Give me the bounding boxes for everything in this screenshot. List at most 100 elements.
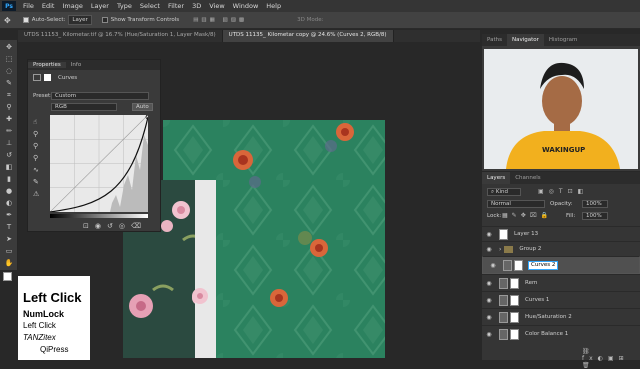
menu-view[interactable]: View [205, 2, 228, 10]
move-tool-icon[interactable]: ✥ [4, 43, 14, 52]
blend-mode-dropdown[interactable]: Normal [487, 200, 545, 208]
auto-select-checkbox[interactable] [22, 16, 32, 24]
lock-label: Lock: [487, 213, 502, 219]
tab-histogram[interactable]: Histogram [544, 34, 583, 46]
pencil-curve-icon[interactable]: ✎ [33, 176, 39, 188]
document-tabs: UTDS 11153_ Kilometar.tif @ 16.7% (Hue/S… [18, 30, 480, 42]
layer-name: Rem [525, 280, 538, 286]
fill-input[interactable]: 100% [582, 212, 608, 220]
mask-icon[interactable] [44, 74, 51, 81]
tools-panel: ✥ ⬚ ◌ ✎ ⌗ ⚲ ✚ ✏ ⊥ ↺ ◧ ▮ ● ◐ ✒ T ➤ ▭ ✋ [0, 40, 18, 270]
curves-adjustment-icon [503, 259, 512, 271]
key-line-4: TANZitex [23, 333, 56, 342]
expand-chevron-icon[interactable]: › [499, 246, 501, 253]
stamp-tool-icon[interactable]: ⊥ [4, 139, 14, 148]
3d-mode-label: 3D Mode: [297, 17, 324, 23]
menu-type[interactable]: Type [113, 2, 136, 10]
target-adjust-icon[interactable]: ☝ [33, 116, 39, 128]
layer-filter-dropdown[interactable]: ⌕ Kind [487, 188, 521, 196]
crop-tool-icon[interactable]: ⌗ [4, 91, 14, 100]
menu-help[interactable]: Help [262, 2, 285, 10]
brush-tool-icon[interactable]: ✏ [4, 127, 14, 136]
marquee-tool-icon[interactable]: ⬚ [4, 55, 14, 64]
menu-image[interactable]: Image [58, 2, 86, 10]
layer-mask-thumbnail[interactable] [510, 294, 519, 306]
opacity-input[interactable]: 100% [582, 200, 608, 208]
layer-mask-thumbnail[interactable] [510, 328, 519, 340]
foreground-color-swatch[interactable] [3, 272, 12, 281]
curve-point-tool-icon[interactable]: ∿ [33, 164, 39, 176]
visibility-eye-icon[interactable]: ◉ [482, 246, 496, 253]
black-point-eyedropper-icon[interactable]: ⚲ [33, 128, 39, 140]
tab-paths[interactable]: Paths [482, 34, 507, 46]
visibility-eye-icon[interactable]: ◉ [482, 297, 496, 304]
lasso-tool-icon[interactable]: ◌ [4, 67, 14, 76]
adjustment-icon [499, 277, 508, 289]
menu-layer[interactable]: Layer [87, 2, 113, 10]
eyedropper-tool-icon[interactable]: ⚲ [4, 103, 14, 112]
adjustment-icon [499, 294, 508, 306]
type-tool-icon[interactable]: T [4, 223, 14, 232]
eraser-tool-icon[interactable]: ◧ [4, 163, 14, 172]
tab-channels[interactable]: Channels [510, 172, 545, 184]
gray-point-eyedropper-icon[interactable]: ⚲ [33, 140, 39, 152]
panel-footer-icons[interactable]: ⊡◉↺◎⌫ [83, 222, 147, 230]
properties-panel: Properties Info Curves Preset: Custom RG… [27, 59, 161, 232]
histogram-warning-icon[interactable]: ⚠ [33, 188, 39, 200]
quick-select-tool-icon[interactable]: ✎ [4, 79, 14, 88]
tab-layers[interactable]: Layers [482, 172, 511, 184]
move-tool-icon[interactable]: ✥ [4, 16, 11, 25]
menu-edit[interactable]: Edit [38, 2, 59, 10]
filter-icons[interactable]: ▣◎T⊡◧ [538, 188, 588, 195]
menu-filter[interactable]: Filter [164, 2, 188, 10]
path-select-tool-icon[interactable]: ➤ [4, 235, 14, 244]
layer-row[interactable]: ◉ Curves 1 [482, 291, 640, 308]
pen-tool-icon[interactable]: ✒ [4, 211, 14, 220]
layer-row[interactable]: ◉ Hue/Saturation 2 [482, 308, 640, 325]
menu-window[interactable]: Window [229, 2, 263, 10]
visibility-eye-icon[interactable]: ◉ [486, 262, 500, 269]
layer-mask-thumbnail[interactable] [510, 311, 519, 323]
channel-dropdown[interactable]: RGB [51, 103, 117, 111]
dodge-tool-icon[interactable]: ◐ [4, 199, 14, 208]
tab-properties[interactable]: Properties [28, 62, 66, 68]
tab-document-1[interactable]: UTDS 11153_ Kilometar.tif @ 16.7% (Hue/S… [18, 30, 223, 42]
transform-controls-checkbox[interactable] [101, 16, 111, 24]
gradient-tool-icon[interactable]: ▮ [4, 175, 14, 184]
visibility-eye-icon[interactable]: ◉ [482, 231, 496, 238]
align-buttons[interactable]: ▤▥▦ ▧▨▩ [193, 17, 247, 23]
layer-name: Color Balance 1 [525, 331, 569, 337]
visibility-eye-icon[interactable]: ◉ [482, 280, 496, 287]
white-point-eyedropper-icon[interactable]: ⚲ [33, 152, 39, 164]
layer-name-edit-field[interactable]: Curves 2 [527, 260, 559, 270]
layer-row-selected[interactable]: ◉ Curves 2 [482, 256, 640, 274]
menu-3d[interactable]: 3D [188, 2, 205, 10]
layer-row[interactable]: ◉ › Group 2 [482, 241, 640, 256]
lock-icons[interactable]: ▦✎✥⌧🔒 [502, 212, 552, 219]
healing-tool-icon[interactable]: ✚ [4, 115, 14, 124]
curves-graph[interactable] [50, 115, 148, 212]
layer-mask-thumbnail[interactable] [514, 259, 523, 271]
shape-tool-icon[interactable]: ▭ [4, 247, 14, 256]
auto-select-label: Auto-Select: [31, 17, 66, 23]
preset-dropdown[interactable]: Custom [51, 92, 149, 100]
blur-tool-icon[interactable]: ● [4, 187, 14, 196]
visibility-eye-icon[interactable]: ◉ [482, 314, 496, 321]
adjustment-type-label: Curves [58, 75, 78, 81]
tab-document-2[interactable]: UTDS 11135_ Kilometar copy @ 24.6% (Curv… [222, 30, 394, 42]
tab-navigator[interactable]: Navigator [506, 34, 544, 46]
key-line-3: Left Click [23, 321, 56, 330]
layers-footer-icons[interactable]: ⛓fx◐▣⊞🗑 [582, 348, 640, 369]
menu-select[interactable]: Select [136, 2, 164, 10]
menu-file[interactable]: File [19, 2, 38, 10]
tab-info[interactable]: Info [66, 62, 86, 68]
hand-tool-icon[interactable]: ✋ [4, 259, 14, 268]
layer-row[interactable]: ◉ Color Balance 1 [482, 325, 640, 342]
auto-button[interactable]: Auto [132, 103, 153, 111]
history-brush-icon[interactable]: ↺ [4, 151, 14, 160]
layer-mask-thumbnail[interactable] [510, 277, 519, 289]
visibility-eye-icon[interactable]: ◉ [482, 331, 496, 338]
auto-select-dropdown[interactable]: Layer [68, 15, 92, 25]
layer-row[interactable]: ◉ Layer 13 [482, 226, 640, 241]
layer-row[interactable]: ◉ Rem [482, 274, 640, 291]
